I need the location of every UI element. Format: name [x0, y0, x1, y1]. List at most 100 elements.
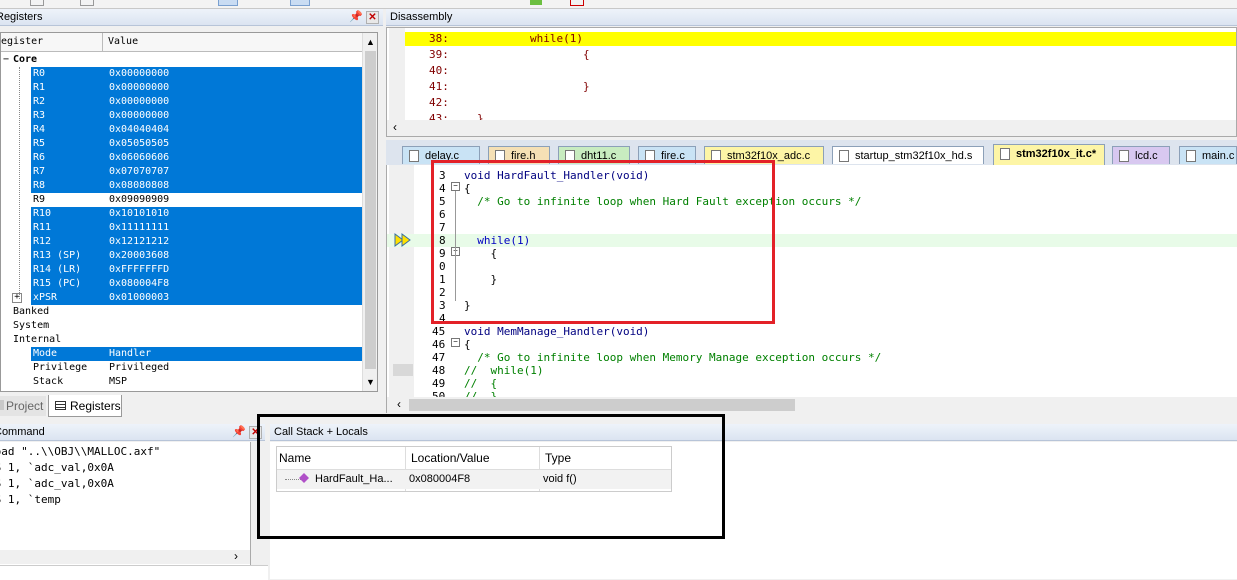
- disassembly-line[interactable]: 38: while(1): [405, 32, 1236, 46]
- collapse-icon[interactable]: −: [3, 53, 9, 67]
- register-row[interactable]: R15 (PC) 0x080004F8: [1, 277, 362, 291]
- internal-row[interactable]: Mode Handler: [1, 347, 362, 361]
- editor-tab[interactable]: startup_stm32f10x_hd.s: [832, 146, 984, 164]
- execution-arrow-icon: [394, 233, 411, 247]
- editor-tab[interactable]: lcd.c: [1112, 146, 1170, 164]
- register-row[interactable]: R12 0x12121212: [1, 235, 362, 249]
- register-value: 0x08080808: [105, 179, 362, 193]
- toolbar-button[interactable]: [570, 0, 584, 6]
- register-name: R7: [31, 165, 105, 179]
- banked-group[interactable]: Banked: [13, 305, 49, 319]
- file-icon: [1000, 148, 1010, 160]
- toolbar-button[interactable]: [218, 0, 238, 6]
- register-value: 0x11111111: [105, 221, 362, 235]
- editor-tab[interactable]: stm32f10x_it.c*: [993, 144, 1105, 165]
- register-name: R11: [31, 221, 105, 235]
- scroll-left-arrow[interactable]: ‹: [397, 397, 401, 411]
- internal-row[interactable]: Privilege Privileged: [1, 361, 362, 375]
- command-line: BS 1, `adc_val,0x0A: [0, 477, 114, 490]
- line-number: 47: [432, 351, 446, 364]
- disassembly-panel-title: Disassembly: [386, 9, 1237, 26]
- toolbar-button[interactable]: [30, 0, 44, 6]
- pin-icon[interactable]: 📌: [349, 10, 363, 23]
- toolbar-button[interactable]: [530, 0, 542, 5]
- registers-header: Register Value: [1, 33, 362, 52]
- code-line[interactable]: void MemManage_Handler(void): [464, 325, 649, 338]
- register-row[interactable]: R13 (SP) 0x20003608: [1, 249, 362, 263]
- register-name: R9: [33, 194, 46, 205]
- register-name: R10: [31, 207, 105, 221]
- disassembly-code: }: [477, 80, 590, 93]
- register-row[interactable]: R1 0x00000000: [1, 81, 362, 95]
- column-value[interactable]: Value: [108, 33, 138, 51]
- internal-row[interactable]: Stack MSP: [1, 375, 362, 389]
- system-group[interactable]: System: [13, 319, 49, 333]
- register-name: R4: [31, 123, 105, 137]
- code-line[interactable]: {: [464, 338, 471, 351]
- register-row[interactable]: R14 (LR) 0xFFFFFFFD: [1, 263, 362, 277]
- scroll-down-arrow[interactable]: ▼: [366, 377, 375, 387]
- pin-icon[interactable]: 📌: [232, 425, 246, 438]
- disassembly-line[interactable]: 42:: [405, 96, 1236, 110]
- register-value: 0x12121212: [105, 235, 362, 249]
- fold-icon[interactable]: −: [451, 338, 460, 347]
- register-value: 0x080004F8: [105, 277, 362, 291]
- register-value: 0x09090909: [109, 194, 170, 205]
- code-line[interactable]: // while(1): [464, 364, 543, 377]
- register-row[interactable]: R5 0x05050505: [1, 137, 362, 151]
- command-line: BS 1, `temp: [0, 493, 61, 506]
- register-row[interactable]: R7 0x07070707: [1, 165, 362, 179]
- disassembly-line[interactable]: 39: {: [405, 48, 1236, 62]
- disassembly-line[interactable]: 41: }: [405, 80, 1236, 94]
- disassembly-line[interactable]: 40:: [405, 64, 1236, 78]
- register-value: 0x00000000: [105, 95, 362, 109]
- register-row[interactable]: R8 0x08080808: [1, 179, 362, 193]
- register-row[interactable]: R4 0x04040404: [1, 123, 362, 137]
- register-name: R8: [31, 179, 105, 193]
- scroll-thumb[interactable]: [365, 51, 376, 369]
- scroll-thumb[interactable]: [409, 399, 795, 411]
- core-group[interactable]: − Core: [1, 53, 362, 67]
- vertical-scrollbar[interactable]: ▲ ▼: [362, 33, 377, 391]
- close-icon[interactable]: ✕: [366, 11, 379, 24]
- register-name: R6: [31, 151, 105, 165]
- disassembly-view[interactable]: 38: while(1) 39: {40: 41: } 42: 43:} ‹: [386, 27, 1237, 137]
- register-row[interactable]: R11 0x11111111: [1, 221, 362, 235]
- editor-gutter: [389, 165, 414, 397]
- scroll-left-arrow[interactable]: ‹: [393, 120, 397, 134]
- file-icon: [409, 150, 419, 162]
- expand-icon[interactable]: +: [12, 293, 22, 303]
- toolbar-button[interactable]: [290, 0, 310, 6]
- register-row[interactable]: R10 0x10101010: [1, 207, 362, 221]
- register-row[interactable]: R2 0x00000000: [1, 95, 362, 109]
- register-row[interactable]: R6 0x06060606: [1, 151, 362, 165]
- command-line: BS 1, `adc_val,0x0A: [0, 461, 114, 474]
- register-value: 0x07070707: [105, 165, 362, 179]
- register-row[interactable]: R3 0x00000000: [1, 109, 362, 123]
- scroll-up-arrow[interactable]: ▲: [366, 37, 375, 47]
- register-value: 0x04040404: [105, 123, 362, 137]
- command-hscrollbar[interactable]: ›: [0, 549, 250, 564]
- editor-hscrollbar[interactable]: ‹: [387, 397, 1237, 413]
- disassembly-hscrollbar[interactable]: ‹: [387, 120, 1236, 136]
- register-row[interactable]: + xPSR 0x01000003: [1, 291, 362, 305]
- column-register[interactable]: Register: [1, 33, 43, 51]
- command-output[interactable]: Load "..\\OBJ\\MALLOC.axf" BS 1, `adc_val…: [0, 442, 251, 579]
- tab-project[interactable]: Project: [0, 396, 46, 416]
- register-name: R14 (LR): [31, 263, 105, 277]
- code-line[interactable]: /* Go to infinite loop when Memory Manag…: [464, 351, 881, 364]
- register-row[interactable]: R0 0x00000000: [1, 67, 362, 81]
- scroll-right-arrow[interactable]: ›: [234, 549, 238, 563]
- toolbar-button[interactable]: [80, 0, 94, 6]
- command-input-line[interactable]: [0, 565, 268, 580]
- register-value: 0x20003608: [105, 249, 362, 263]
- registers-panel: Register Value − Core R00x00000000R10x00…: [0, 32, 378, 392]
- core-label: Core: [13, 54, 38, 65]
- tab-registers[interactable]: Registers: [48, 395, 122, 417]
- internal-group[interactable]: Internal: [13, 333, 61, 347]
- register-name: xPSR: [31, 291, 105, 305]
- register-row[interactable]: R9 0x09090909: [1, 193, 362, 207]
- code-line[interactable]: // {: [464, 377, 497, 390]
- register-name: R5: [31, 137, 105, 151]
- editor-tab[interactable]: main.c: [1179, 146, 1237, 164]
